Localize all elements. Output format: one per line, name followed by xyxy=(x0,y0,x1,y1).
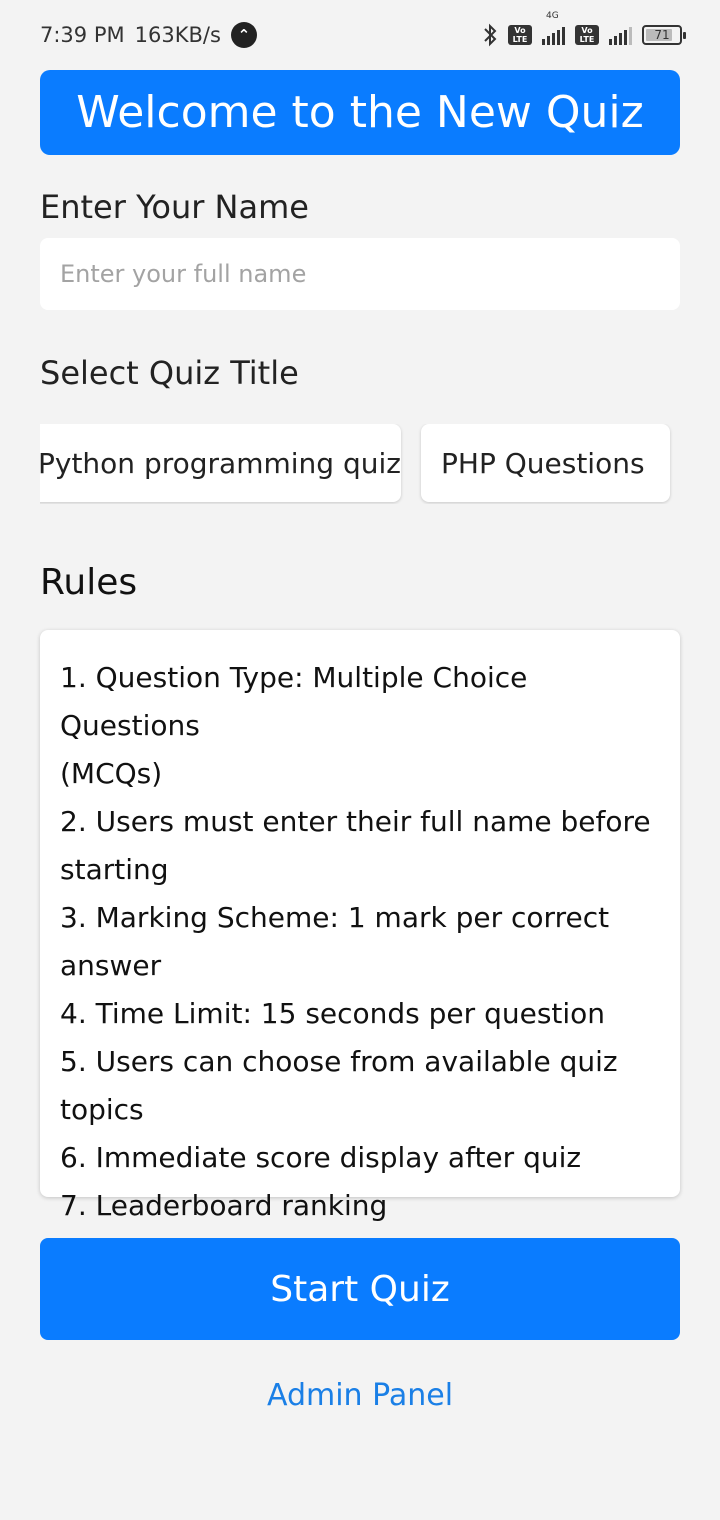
rule-line: topics xyxy=(60,1093,144,1126)
quiz-title-label: Select Quiz Title xyxy=(40,354,299,392)
network-type-label: 4G xyxy=(546,11,559,21)
quiz-options-scroller[interactable]: Python programming quiz PHP Questions xyxy=(40,424,720,504)
status-time: 7:39 PM xyxy=(40,23,125,47)
signal-icon xyxy=(609,25,632,45)
rule-line: 6. Immediate score display after quiz xyxy=(60,1141,582,1174)
rule-line: 1. Question Type: Multiple Choice Questi… xyxy=(60,661,528,742)
volte-icon: Vo LTE xyxy=(575,25,599,45)
status-left: 7:39 PM 163KB/s ⌃ xyxy=(40,22,257,48)
rules-heading: Rules xyxy=(40,562,138,603)
battery-icon: 71 xyxy=(642,25,686,45)
rule-line: (MCQs) xyxy=(60,757,163,790)
page-title: Welcome to the New Quiz xyxy=(76,87,644,138)
status-right: Vo LTE 4G Vo LTE 71 xyxy=(482,11,686,47)
rule-line: 2. Users must enter their full name befo… xyxy=(60,805,651,838)
name-input[interactable] xyxy=(40,238,680,310)
name-label: Enter Your Name xyxy=(40,188,309,226)
bluetooth-icon xyxy=(484,23,497,47)
battery-level: 71 xyxy=(654,28,670,42)
rule-line: 7. Leaderboard ranking xyxy=(60,1189,388,1222)
start-quiz-button[interactable]: Start Quiz xyxy=(40,1238,680,1340)
signal-icon: 4G xyxy=(542,11,565,45)
rule-line: 5. Users can choose from available quiz xyxy=(60,1045,618,1078)
start-quiz-label: Start Quiz xyxy=(270,1268,450,1310)
volte-icon: Vo LTE xyxy=(508,25,532,45)
admin-panel-label: Admin Panel xyxy=(266,1378,454,1413)
status-speed: 163KB/s xyxy=(134,23,221,47)
rule-line: 4. Time Limit: 15 seconds per question xyxy=(60,997,606,1030)
rule-line: starting xyxy=(60,853,169,886)
rule-line: 3. Marking Scheme: 1 mark per correct xyxy=(60,901,610,934)
rules-card: 1. Question Type: Multiple Choice Questi… xyxy=(40,630,680,1222)
quiz-option-label: Python programming quiz xyxy=(40,446,401,480)
navigation-arrow-icon: ⌃ xyxy=(230,22,257,48)
quiz-option-label: PHP Questions xyxy=(441,446,645,480)
admin-panel-link[interactable]: Admin Panel xyxy=(0,1378,720,1413)
status-bar: 7:39 PM 163KB/s ⌃ Vo LTE 4G Vo LTE 71 xyxy=(0,0,720,70)
quiz-option-python[interactable]: Python programming quiz xyxy=(40,424,401,502)
rule-line: answer xyxy=(60,949,162,982)
quiz-option-php[interactable]: PHP Questions xyxy=(421,424,670,502)
header-banner: Welcome to the New Quiz xyxy=(40,70,680,155)
